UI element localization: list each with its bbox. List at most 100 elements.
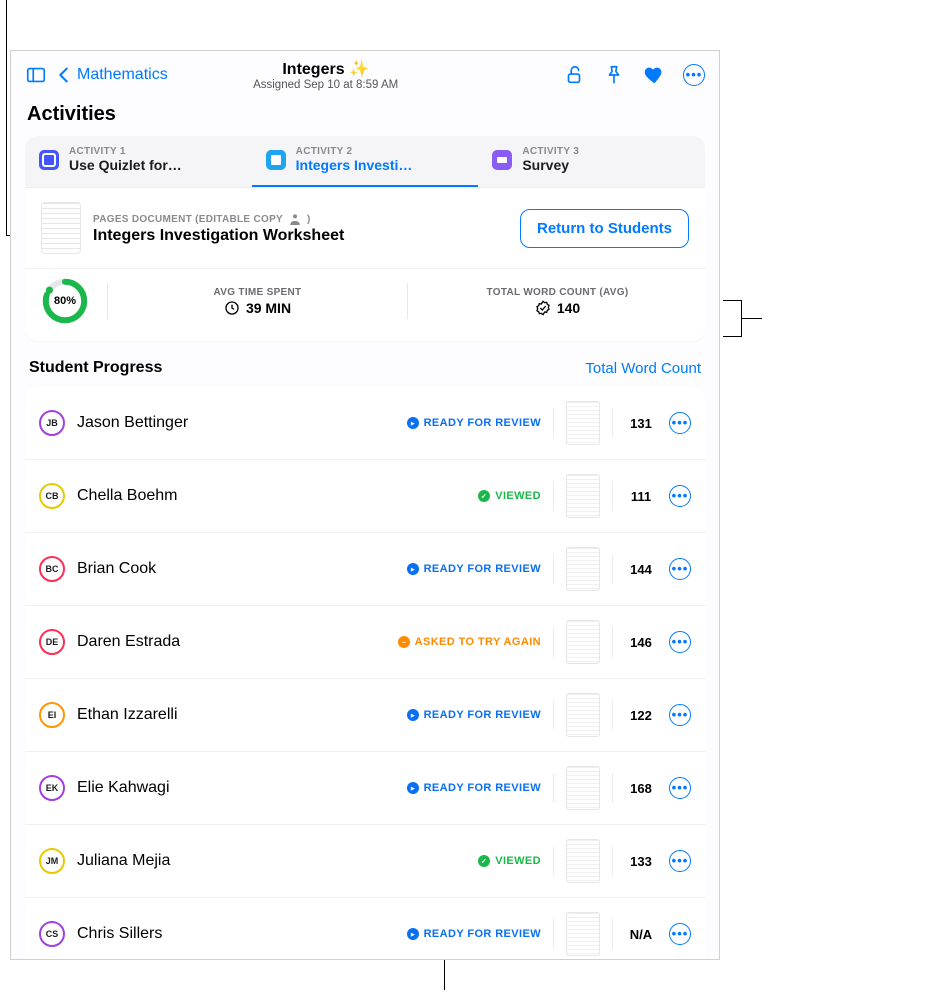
- divider: [553, 919, 554, 949]
- row-more-button[interactable]: •••: [669, 850, 691, 872]
- student-avatar: EI: [39, 702, 65, 728]
- divider: [612, 846, 613, 876]
- submission-thumbnail[interactable]: [566, 620, 600, 664]
- chevron-left-icon: [53, 64, 75, 86]
- row-more-button[interactable]: •••: [669, 777, 691, 799]
- status-dot-icon: ✓: [478, 490, 490, 502]
- progress-percent: 80%: [41, 277, 89, 325]
- app-window: Mathematics Integers ✨ Assigned Sep 10 a…: [10, 50, 720, 960]
- svg-text:–: –: [401, 638, 405, 646]
- tab-activity-1[interactable]: ACTIVITY 1 Use Quizlet for…: [25, 136, 252, 187]
- callout-line: [6, 0, 7, 235]
- word-count-value: 133: [625, 854, 657, 869]
- status-label: READY FOR REVIEW: [424, 928, 541, 940]
- page-title: Integers ✨: [253, 59, 398, 79]
- tab-label: Use Quizlet for…: [69, 157, 182, 173]
- divider: [553, 627, 554, 657]
- tab-activity-3[interactable]: ACTIVITY 3 Survey: [478, 136, 705, 187]
- stat-label: AVG TIME SPENT: [126, 287, 389, 298]
- sidebar-toggle-icon[interactable]: [25, 64, 47, 86]
- lock-open-icon[interactable]: [563, 64, 585, 86]
- submission-status: ▸ READY FOR REVIEW: [407, 709, 541, 721]
- student-row[interactable]: EK Elie Kahwagi ▸ READY FOR REVIEW 168 •…: [25, 752, 705, 825]
- top-bar: Mathematics Integers ✨ Assigned Sep 10 a…: [11, 51, 719, 99]
- submission-thumbnail[interactable]: [566, 693, 600, 737]
- submission-thumbnail[interactable]: [566, 401, 600, 445]
- student-avatar: JB: [39, 410, 65, 436]
- back-button[interactable]: Mathematics: [53, 64, 168, 86]
- tab-activity-2[interactable]: ACTIVITY 2 Integers Investi…: [252, 136, 479, 187]
- submission-status: ✓ VIEWED: [478, 490, 541, 502]
- divider: [553, 554, 554, 584]
- more-menu-icon[interactable]: •••: [683, 64, 705, 86]
- section-heading: Activities: [11, 99, 719, 136]
- document-title: Integers Investigation Worksheet: [93, 227, 344, 245]
- submission-thumbnail[interactable]: [566, 839, 600, 883]
- word-count-value: 144: [625, 562, 657, 577]
- student-row[interactable]: JB Jason Bettinger ▸ READY FOR REVIEW 13…: [25, 387, 705, 460]
- callout-line: [723, 336, 742, 337]
- document-type-label: PAGES DOCUMENT (EDITABLE COPY ): [93, 211, 344, 227]
- submission-status: ▸ READY FOR REVIEW: [407, 782, 541, 794]
- row-more-button[interactable]: •••: [669, 704, 691, 726]
- document-type-text-tail: ): [307, 214, 311, 225]
- student-avatar: CB: [39, 483, 65, 509]
- status-label: VIEWED: [495, 855, 541, 867]
- student-row[interactable]: DE Daren Estrada – ASKED TO TRY AGAIN 14…: [25, 606, 705, 679]
- svg-text:▸: ▸: [410, 565, 415, 573]
- divider: [107, 283, 108, 319]
- student-name: Juliana Mejia: [77, 852, 170, 870]
- student-row[interactable]: CS Chris Sillers ▸ READY FOR REVIEW N/A …: [25, 898, 705, 960]
- status-label: VIEWED: [495, 490, 541, 502]
- student-avatar: EK: [39, 775, 65, 801]
- divider: [612, 919, 613, 949]
- pin-icon[interactable]: [603, 64, 625, 86]
- row-more-button[interactable]: •••: [669, 412, 691, 434]
- svg-text:▸: ▸: [410, 711, 415, 719]
- submission-thumbnail[interactable]: [566, 547, 600, 591]
- student-name: Brian Cook: [77, 560, 156, 578]
- document-type-text: PAGES DOCUMENT (EDITABLE COPY: [93, 214, 283, 225]
- student-row[interactable]: BC Brian Cook ▸ READY FOR REVIEW 144 •••: [25, 533, 705, 606]
- submission-thumbnail[interactable]: [566, 474, 600, 518]
- metric-selector-link[interactable]: Total Word Count: [585, 360, 701, 377]
- status-dot-icon: ▸: [407, 782, 419, 794]
- svg-text:▸: ▸: [410, 930, 415, 938]
- submission-status: ▸ READY FOR REVIEW: [407, 928, 541, 940]
- student-progress-heading: Student Progress: [29, 359, 162, 377]
- clock-icon: [224, 300, 240, 316]
- person-icon: [287, 211, 303, 227]
- student-list: JB Jason Bettinger ▸ READY FOR REVIEW 13…: [25, 387, 705, 960]
- header-title-block: Integers ✨ Assigned Sep 10 at 8:59 AM: [253, 59, 398, 91]
- status-label: READY FOR REVIEW: [424, 782, 541, 794]
- divider: [612, 700, 613, 730]
- stat-value: 39 MIN: [246, 300, 291, 316]
- student-name: Elie Kahwagi: [77, 779, 170, 797]
- return-to-students-button[interactable]: Return to Students: [520, 209, 689, 248]
- callout-line: [723, 300, 742, 301]
- student-row[interactable]: JM Juliana Mejia ✓ VIEWED 133 •••: [25, 825, 705, 898]
- tab-eyebrow: ACTIVITY 3: [522, 146, 579, 157]
- stat-value: 140: [557, 300, 580, 316]
- row-more-button[interactable]: •••: [669, 558, 691, 580]
- divider: [553, 408, 554, 438]
- back-label: Mathematics: [77, 66, 168, 84]
- status-label: READY FOR REVIEW: [424, 563, 541, 575]
- submission-thumbnail[interactable]: [566, 766, 600, 810]
- divider: [612, 481, 613, 511]
- divider: [553, 846, 554, 876]
- avg-time-stat: AVG TIME SPENT 39 MIN: [126, 287, 389, 316]
- svg-text:✓: ✓: [481, 857, 487, 865]
- row-more-button[interactable]: •••: [669, 631, 691, 653]
- word-count-value: 146: [625, 635, 657, 650]
- row-more-button[interactable]: •••: [669, 923, 691, 945]
- status-dot-icon: –: [398, 636, 410, 648]
- heart-icon[interactable]: [643, 64, 665, 86]
- page-subtitle: Assigned Sep 10 at 8:59 AM: [253, 79, 398, 91]
- submission-thumbnail[interactable]: [566, 912, 600, 956]
- student-row[interactable]: CB Chella Boehm ✓ VIEWED 111 •••: [25, 460, 705, 533]
- student-row[interactable]: EI Ethan Izzarelli ▸ READY FOR REVIEW 12…: [25, 679, 705, 752]
- row-more-button[interactable]: •••: [669, 485, 691, 507]
- stat-label: TOTAL WORD COUNT (AVG): [426, 287, 689, 298]
- document-thumbnail[interactable]: [41, 202, 81, 254]
